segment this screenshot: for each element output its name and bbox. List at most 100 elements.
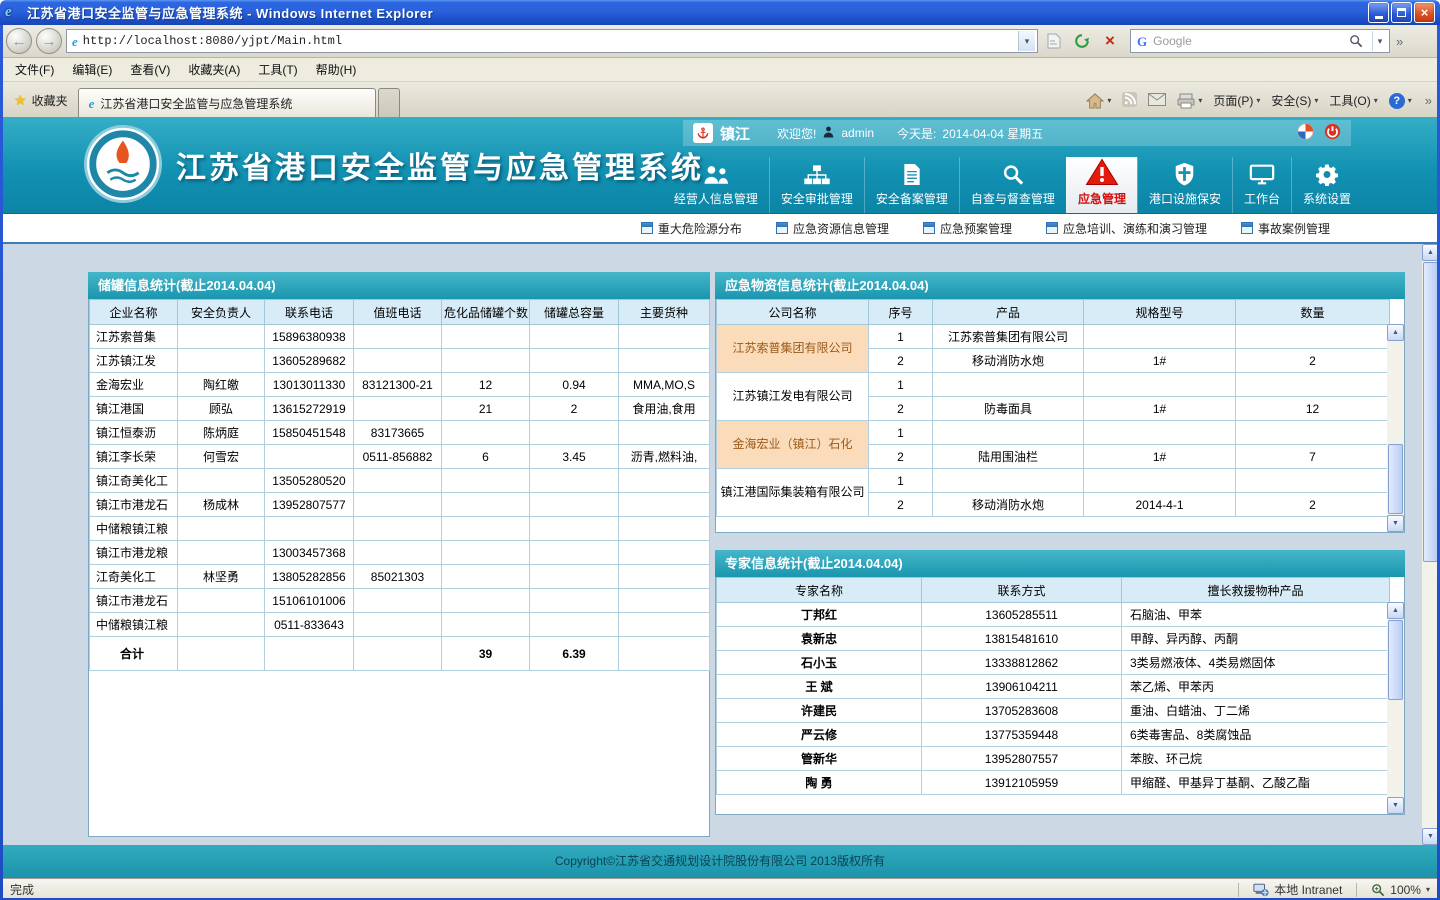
menu-item[interactable]: 收藏夹(A) bbox=[179, 59, 249, 80]
table-row[interactable]: 中储粮镇江粮0511-833643 bbox=[90, 613, 710, 637]
table-row[interactable]: 金海宏业陶红皦1301301133083121300-21120.94MMA,M… bbox=[90, 373, 710, 397]
search-box[interactable]: G Google ▾ bbox=[1130, 29, 1390, 53]
scroll-up-button[interactable]: ▲ bbox=[1387, 602, 1404, 619]
window-titlebar[interactable]: e 江苏省港口安全监管与应急管理系统 - Windows Internet Ex… bbox=[0, 0, 1440, 25]
toolbar-text-buttons: 页面(P)▾ 安全(S)▾ 工具(O)▾ bbox=[1213, 92, 1377, 109]
browser-tab[interactable]: e 江苏省港口安全监管与应急管理系统 bbox=[78, 88, 376, 117]
new-tab-stub[interactable] bbox=[378, 88, 400, 117]
toolbar-button[interactable]: 页面(P)▾ bbox=[1213, 92, 1260, 109]
table-row[interactable]: 江苏索普集团有限公司1江苏索普集团有限公司 bbox=[717, 325, 1390, 349]
table-row[interactable]: 管新华13952807557苯胺、环己烷 bbox=[717, 747, 1390, 771]
address-dropdown-button[interactable]: ▾ bbox=[1018, 31, 1035, 51]
nav-item-document[interactable]: 安全备案管理 bbox=[864, 157, 959, 214]
address-input[interactable]: e http://localhost:8080/yjpt/Main.html ▾ bbox=[66, 29, 1038, 53]
table-row[interactable]: 王 斌13906104211苯乙烯、甲苯丙 bbox=[717, 675, 1390, 699]
nav-item-users[interactable]: 经营人信息管理 bbox=[663, 157, 769, 214]
favorites-button[interactable]: ★ 收藏夹 bbox=[4, 87, 78, 113]
column-header: 序号 bbox=[869, 300, 933, 325]
mail-icon bbox=[1148, 93, 1166, 106]
magnifier-icon bbox=[1349, 34, 1363, 48]
back-button[interactable]: ← bbox=[6, 28, 32, 54]
subnav-item[interactable]: 重大危险源分布 bbox=[641, 220, 742, 237]
menu-item[interactable]: 帮助(H) bbox=[307, 59, 366, 80]
port-logo bbox=[84, 125, 164, 205]
welcome-bar: 镇江 欢迎您! admin 今天是: 2014-04-04 星期五 bbox=[683, 120, 1351, 146]
maximize-button[interactable] bbox=[1391, 2, 1412, 23]
search-dropdown-button[interactable]: ▾ bbox=[1372, 31, 1387, 51]
column-header: 专家名称 bbox=[717, 578, 922, 603]
table-row[interactable]: 镇江港国顾弘13615272919212食用油,食用 bbox=[90, 397, 710, 421]
menu-item[interactable]: 查看(V) bbox=[121, 59, 179, 80]
toolbar-overflow-chevron[interactable]: » bbox=[1396, 34, 1403, 49]
minimize-button[interactable] bbox=[1368, 2, 1389, 23]
scroll-down-button[interactable]: ▼ bbox=[1387, 515, 1404, 532]
subnav-item[interactable]: 应急预案管理 bbox=[923, 220, 1012, 237]
table-header-row: 公司名称序号产品规格型号数量 bbox=[717, 300, 1390, 325]
forward-button[interactable]: → bbox=[36, 28, 62, 54]
table-row[interactable]: 陶 勇13912105959甲缩醛、甲基异丁基酮、乙酸乙酯 bbox=[717, 771, 1390, 795]
scroll-thumb[interactable] bbox=[1388, 444, 1403, 514]
subnav-item[interactable]: 应急资源信息管理 bbox=[776, 220, 889, 237]
address-bar-row: ← → e http://localhost:8080/yjpt/Main.ht… bbox=[0, 25, 1440, 58]
table-row[interactable]: 镇江市港龙石15106101006 bbox=[90, 589, 710, 613]
toolbar-button[interactable]: 安全(S)▾ bbox=[1271, 92, 1318, 109]
table-row[interactable]: 镇江市港龙石杨成林13952807577 bbox=[90, 493, 710, 517]
stop-button[interactable]: × bbox=[1098, 29, 1122, 53]
table-row[interactable]: 许建民13705283608重油、白蜡油、丁二烯 bbox=[717, 699, 1390, 723]
table-row[interactable]: 镇江恒泰沥陈炳庭1585045154883173665 bbox=[90, 421, 710, 445]
supplies-panel-body: 公司名称序号产品规格型号数量江苏索普集团有限公司1江苏索普集团有限公司2移动消防… bbox=[715, 299, 1405, 533]
experts-scrollbar[interactable]: ▲ ▼ bbox=[1387, 602, 1404, 814]
table-row[interactable]: 江苏镇江发电有限公司1 bbox=[717, 373, 1390, 397]
menu-item[interactable]: 工具(T) bbox=[249, 59, 306, 80]
table-row[interactable]: 镇江奇美化工13505280520 bbox=[90, 469, 710, 493]
table-row[interactable]: 袁新忠13815481610甲醇、异丙醇、丙酮 bbox=[717, 627, 1390, 651]
table-row[interactable]: 金海宏业（镇江）石化1 bbox=[717, 421, 1390, 445]
nav-item-warning[interactable]: 应急管理 bbox=[1066, 157, 1137, 214]
scroll-up-button[interactable]: ▲ bbox=[1387, 324, 1404, 341]
scroll-thumb[interactable] bbox=[1423, 262, 1438, 562]
nav-item-monitor[interactable]: 工作台 bbox=[1232, 157, 1291, 214]
experts-table: 专家名称联系方式擅长救援物种产品丁邦红13605285511石脑油、甲苯袁新忠1… bbox=[716, 577, 1390, 795]
home-icon bbox=[1086, 93, 1104, 109]
nav-item-label: 安全审批管理 bbox=[781, 190, 853, 207]
help-button[interactable]: ? ▾ bbox=[1389, 93, 1412, 109]
menu-item[interactable]: 文件(F) bbox=[6, 59, 63, 80]
table-row[interactable]: 镇江李长荣何雪宏0511-85688263.45沥青,燃料油, bbox=[90, 445, 710, 469]
compatibility-view-button[interactable] bbox=[1042, 29, 1066, 53]
nav-item-magnifier[interactable]: 自查与督查管理 bbox=[959, 157, 1066, 214]
nav-item-orgchart[interactable]: 安全审批管理 bbox=[769, 157, 864, 214]
menu-item[interactable]: 编辑(E) bbox=[63, 59, 121, 80]
scroll-down-button[interactable]: ▼ bbox=[1387, 797, 1404, 814]
table-row[interactable]: 丁邦红13605285511石脑油、甲苯 bbox=[717, 603, 1390, 627]
table-row[interactable]: 镇江市港龙粮13003457368 bbox=[90, 541, 710, 565]
subnav-item[interactable]: 应急培训、演练和演习管理 bbox=[1046, 220, 1207, 237]
home-button[interactable]: ▾ bbox=[1086, 93, 1111, 109]
close-button[interactable]: × bbox=[1414, 2, 1435, 23]
command-overflow-chevron[interactable]: » bbox=[1425, 93, 1432, 108]
subnav-item[interactable]: 事故案例管理 bbox=[1241, 220, 1330, 237]
table-row[interactable]: 江奇美化工林坚勇1380528285685021303 bbox=[90, 565, 710, 589]
logout-power-icon[interactable] bbox=[1324, 123, 1341, 143]
warning-icon bbox=[1085, 158, 1119, 186]
refresh-button[interactable] bbox=[1070, 29, 1094, 53]
search-button[interactable] bbox=[1346, 31, 1366, 51]
nav-item-gear[interactable]: 系统设置 bbox=[1291, 157, 1362, 214]
print-button[interactable]: ▾ bbox=[1177, 93, 1202, 109]
table-row[interactable]: 江苏索普集15896380938 bbox=[90, 325, 710, 349]
column-header: 危化品储罐个数 bbox=[442, 300, 530, 325]
table-row[interactable]: 江苏镇江发13605289682 bbox=[90, 349, 710, 373]
table-row[interactable]: 镇江港国际集装箱有限公司1 bbox=[717, 469, 1390, 493]
home-shortcut-icon[interactable] bbox=[1297, 123, 1314, 143]
scroll-thumb[interactable] bbox=[1388, 620, 1403, 700]
column-header: 储罐总容量 bbox=[530, 300, 619, 325]
table-row[interactable]: 严云修137753594486类毒害品、8类腐蚀品 bbox=[717, 723, 1390, 747]
supplies-scrollbar[interactable]: ▲ ▼ bbox=[1387, 324, 1404, 532]
supplies-panel-title: 应急物资信息统计(截止2014.04.04) bbox=[715, 272, 1405, 299]
toolbar-button[interactable]: 工具(O)▾ bbox=[1329, 92, 1377, 109]
nav-item-shield[interactable]: 港口设施保安 bbox=[1137, 157, 1232, 214]
read-mail-button[interactable] bbox=[1148, 93, 1166, 109]
feeds-button[interactable] bbox=[1122, 92, 1137, 110]
zoom-control[interactable]: 100% ▾ bbox=[1371, 883, 1430, 897]
table-row[interactable]: 中储粮镇江粮 bbox=[90, 517, 710, 541]
table-row[interactable]: 石小玉133388128623类易燃液体、4类易燃固体 bbox=[717, 651, 1390, 675]
